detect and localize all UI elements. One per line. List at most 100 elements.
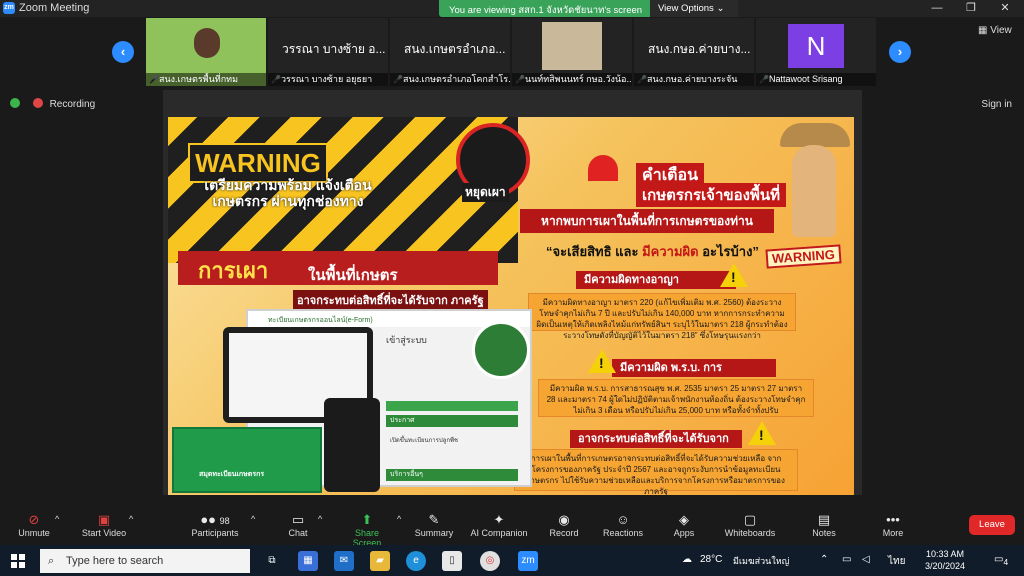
participant-tile[interactable]: 🎤 นนท์ทสิพนนทร์ กษอ.วังน้อ... (512, 18, 632, 86)
sign-in-link[interactable]: Sign in (981, 99, 1012, 110)
meeting-toolbar: ⊘ Unmute ^ ▣ Start Video ^ ●● 98 Participan… (0, 504, 1024, 548)
sparkle-icon: ✦ (493, 512, 505, 527)
share-caret[interactable]: ^ (397, 514, 401, 524)
lose-text-c: อะไรบ้าง” (698, 244, 759, 259)
reactions-label: Reactions (603, 528, 644, 538)
zoom-taskbar-icon[interactable]: zm (518, 551, 538, 571)
close-button[interactable]: ✕ (988, 0, 1022, 17)
summary-button[interactable]: ✎ Summary (414, 512, 454, 538)
whiteboard-icon: ▢ (743, 512, 757, 527)
restore-button[interactable]: ❐ (954, 0, 988, 17)
share-screen-button[interactable]: ⬆ Share Screen (340, 512, 394, 548)
mail-icon[interactable]: ✉ (334, 551, 354, 571)
recording-indicator[interactable]: Recording (10, 98, 95, 110)
edge-icon[interactable]: e (406, 551, 426, 571)
lose-text-b: มีความผิด (642, 244, 699, 259)
whiteboards-button[interactable]: ▢ Whiteboards (724, 512, 776, 538)
eform-announce-title: ประกาศ (386, 415, 518, 427)
participants-caret[interactable]: ^ (251, 514, 255, 524)
participant-label: สนง.เกษตรอำเภอโคกสำโร... (390, 73, 510, 86)
clock-time: 10:33 AM (926, 549, 965, 559)
chrome-icon[interactable]: ◎ (480, 551, 500, 571)
more-label: More (882, 528, 904, 538)
recording-dot-icon (32, 98, 43, 108)
participant-avatar: N (788, 24, 844, 68)
grid-icon: ▦ (978, 25, 991, 36)
participant-name: สนง.กษอ.ค่ายบาง... (648, 42, 751, 56)
windows-taskbar: ⌕ Type here to search ⧉ ▦ ✉ ▰ e ▯ ◎ zm ☁… (0, 545, 1024, 576)
view-button[interactable]: ▦ View (978, 25, 1012, 36)
warning-triangle-icon (720, 263, 748, 287)
ai-companion-button[interactable]: ✦ AI Companion (470, 512, 528, 538)
farmer-book: สมุดทะเบียนเกษตรกร (172, 427, 322, 493)
record-label: Record (549, 528, 579, 538)
eform-login-label: เข้าสู่ระบบ (386, 335, 427, 345)
participant-name: วรรณา บางซ้าย อ... (282, 42, 386, 56)
taskbar-clock[interactable]: 10:33 AM 3/20/2024 (925, 548, 965, 572)
section-rights-body: การเผาในพื้นที่การเกษตรอาจกระทบต่อสิทธิ์… (514, 449, 798, 495)
video-off-icon: ▣ (97, 512, 111, 527)
recording-label: Recording (49, 99, 96, 110)
participant-tile[interactable]: สนง.เกษตรอำเภอ... 🎤 สนง.เกษตรอำเภอโคกสำโ… (390, 18, 510, 86)
task-view-icon[interactable]: ⧉ (262, 551, 282, 571)
audio-options-caret[interactable]: ^ (55, 514, 59, 524)
summary-icon: ✎ (428, 512, 440, 527)
burn-heading: การเผา (198, 258, 269, 283)
phone-illustration (324, 398, 380, 492)
participant-tile[interactable]: สนง.กษอ.ค่ายบาง... 🎤 สนง.กษอ.ค่ายบางระจั… (634, 18, 754, 86)
participants-button[interactable]: ●● 98 Participants (190, 512, 240, 538)
unmute-label: Unmute (18, 528, 50, 538)
taskbar-search-input[interactable]: ⌕ Type here to search (40, 549, 250, 573)
reactions-icon: ☺ (616, 512, 630, 527)
weather-temp[interactable]: 28°C (700, 554, 722, 565)
burn-area-text: ในพื้นที่เกษตร (308, 267, 398, 284)
windows-start-icon[interactable] (11, 554, 25, 568)
unmute-button[interactable]: ⊘ Unmute (16, 512, 52, 538)
participant-video (542, 22, 602, 70)
participant-tile[interactable]: 🎤 สนง.เกษตรพื้นที่กทม (146, 18, 266, 86)
mic-off-icon: ⊘ (28, 512, 40, 527)
notification-icon[interactable]: ▭4 (994, 554, 1008, 567)
video-options-caret[interactable]: ^ (129, 514, 133, 524)
participant-tile[interactable]: N 🎤 Nattawoot Srisang (756, 18, 876, 86)
ministry-seal-icon (472, 321, 530, 379)
leave-button[interactable]: Leave (969, 515, 1015, 535)
caution-subtitle: เกษตรกรเจ้าของพื้นที่ (636, 183, 786, 207)
prev-page-button[interactable]: ‹ (112, 41, 134, 63)
network-icon[interactable]: ▭ (842, 554, 851, 565)
record-button[interactable]: ◉ Record (549, 512, 579, 538)
store-icon[interactable]: ▦ (298, 551, 318, 571)
apps-button[interactable]: ◈ Apps (672, 512, 696, 538)
participant-label: นนท์ทสิพนนทร์ กษอ.วังน้อ... (512, 73, 632, 86)
section-rights-title: อาจกระทบต่อสิทธิ์ที่จะได้รับจากภาครัฐ (570, 430, 742, 463)
chat-button[interactable]: ▭ Chat (286, 512, 310, 538)
tray-chevron-icon[interactable]: ⌃ (820, 554, 828, 565)
chat-label: Chat (288, 528, 308, 538)
language-indicator[interactable]: ไทย (888, 554, 905, 569)
participants-count: 98 (219, 516, 230, 526)
participant-label: สนง.กษอ.ค่ายบางระจัน (634, 73, 754, 86)
apps-icon: ◈ (679, 512, 689, 527)
notification-count: 4 (1003, 557, 1009, 567)
start-video-button[interactable]: ▣ Start Video (80, 512, 128, 538)
notes-button[interactable]: ▤ Notes (810, 512, 838, 538)
share-banner-text: You are viewing สสก.1 จังหวัดชัยนาท's sc… (449, 5, 643, 16)
volume-icon[interactable]: ◁ (862, 554, 870, 565)
view-options-button[interactable]: View Options ⌄ (650, 0, 738, 17)
eform-login-button (386, 401, 518, 411)
reactions-button[interactable]: ☺ Reactions (603, 512, 643, 538)
chat-caret[interactable]: ^ (318, 514, 322, 524)
notes-label: Notes (812, 528, 836, 538)
participant-label: Nattawoot Srisang (756, 73, 876, 86)
weather-text[interactable]: มีเมฆส่วนใหญ่ (733, 554, 789, 568)
shield-icon[interactable] (10, 98, 20, 108)
more-button[interactable]: ••• More (880, 512, 906, 538)
next-page-button[interactable]: › (889, 41, 911, 63)
eform-announce-item: เปิดขึ้นทะเบียนการปลูกพืช (390, 438, 458, 444)
document-icon[interactable]: ▯ (442, 551, 462, 571)
file-explorer-icon[interactable]: ▰ (370, 551, 390, 571)
summary-label: Summary (414, 528, 454, 538)
minimize-button[interactable]: — (920, 0, 954, 17)
window-title: Zoom Meeting (19, 2, 90, 14)
participant-tile[interactable]: วรรณา บางซ้าย อ... 🎤 วรรณา บางซ้าย อยุธย… (268, 18, 388, 86)
